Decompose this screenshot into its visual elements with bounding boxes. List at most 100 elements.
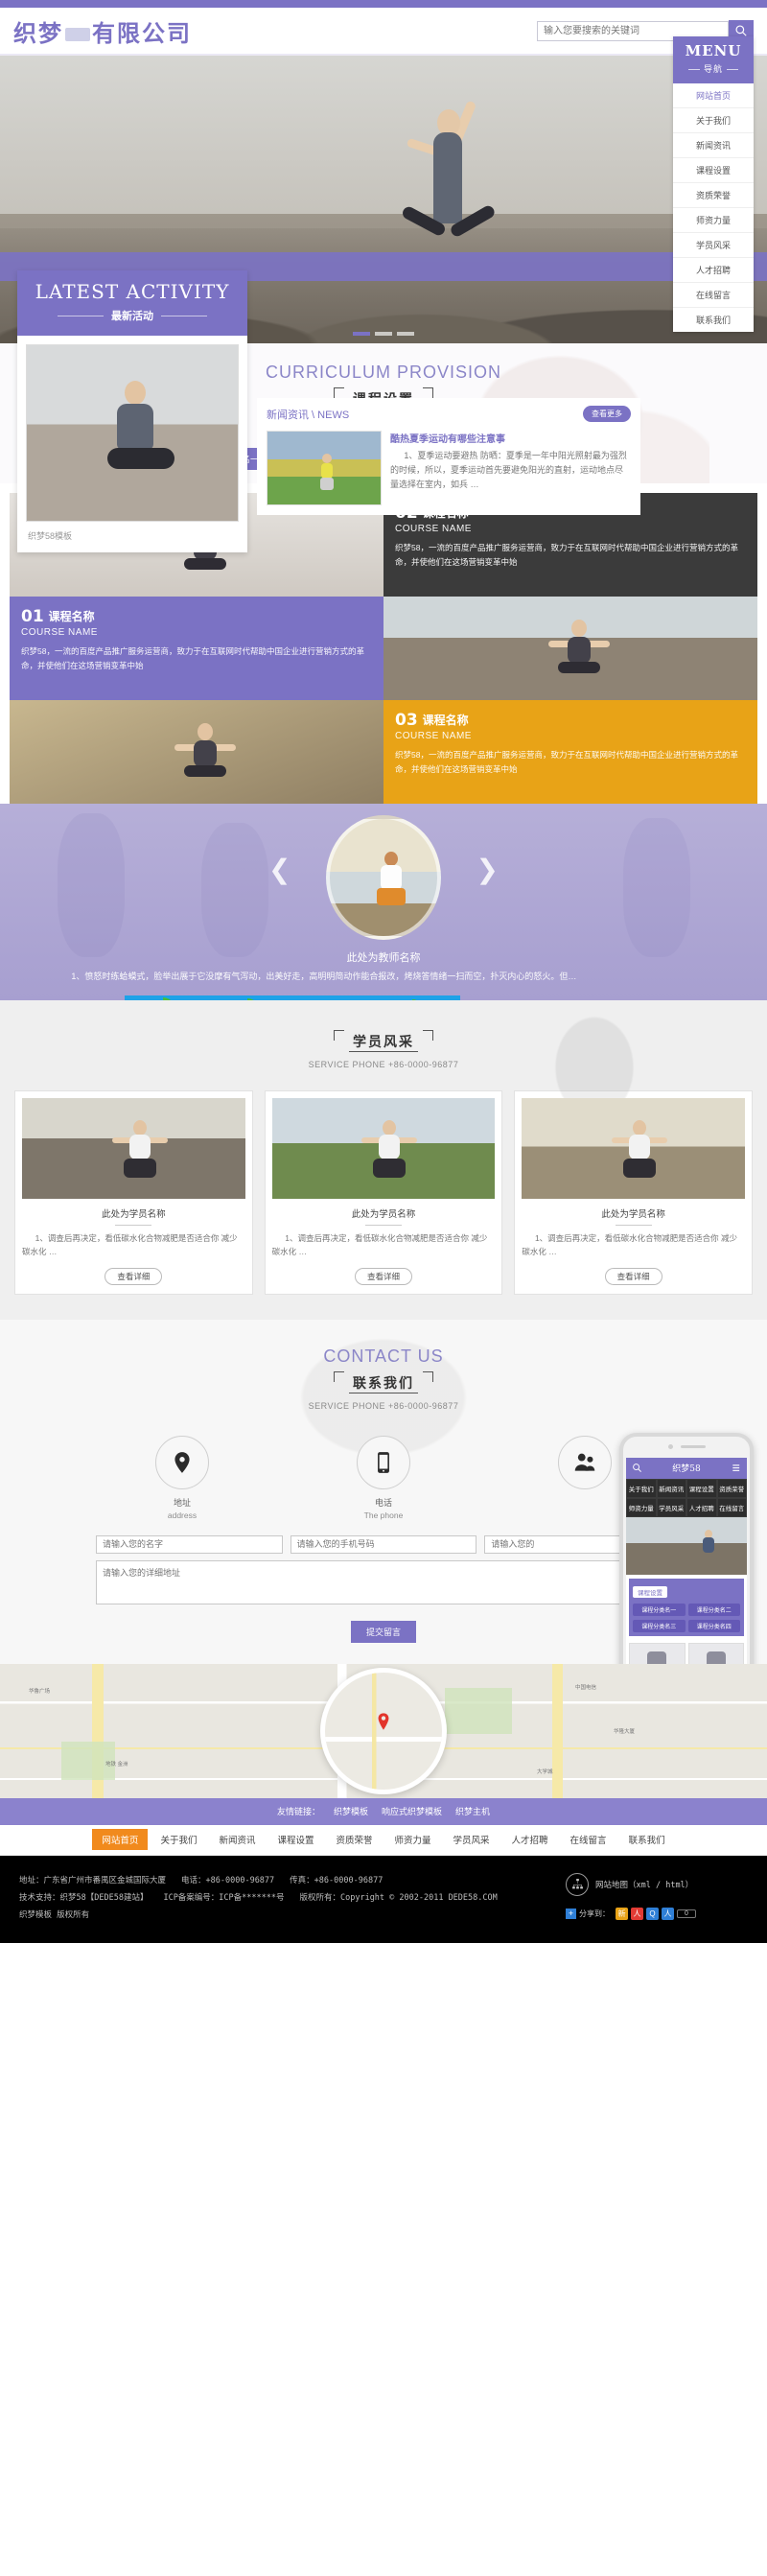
phone-nav-item-0[interactable]: 关于我们 bbox=[626, 1478, 657, 1498]
map-band[interactable]: 华鲁广场 中国电信 华隆大厦 大学城 地铁 金洲 bbox=[0, 1663, 767, 1798]
map-label-3: 大学城 bbox=[537, 1768, 553, 1775]
phone-nav-item-3[interactable]: 资质荣誉 bbox=[716, 1478, 747, 1498]
nav-menu-item-6[interactable]: 学员风采 bbox=[673, 233, 754, 258]
nav-menu-list: 网站首页 关于我们 新闻资讯 课程设置 资质荣誉 师资力量 学员风采 人才招聘 在线留言 联系我们 bbox=[673, 83, 754, 332]
news-item-title[interactable]: 酷热夏季运动有哪些注意事 bbox=[390, 431, 631, 445]
phone-nav-item-5[interactable]: 学员风采 bbox=[656, 1497, 686, 1517]
map-label-1: 中国电信 bbox=[575, 1684, 597, 1691]
sitemap-icon-circle bbox=[566, 1872, 589, 1896]
course-image-2[interactable] bbox=[10, 700, 384, 804]
search-icon[interactable] bbox=[632, 1463, 642, 1473]
logo-redacted-block bbox=[65, 28, 90, 41]
student-photo-3[interactable] bbox=[522, 1098, 746, 1199]
friendly-link-3[interactable]: 织梦主机 bbox=[455, 1805, 490, 1817]
friendly-links-items: 织梦模板 响应式织梦模板 织梦主机 bbox=[334, 1805, 490, 1817]
footer-sitemap[interactable]: 网站地图（xml / html） bbox=[566, 1872, 748, 1896]
footer-nav-item-3[interactable]: 课程设置 bbox=[267, 1829, 323, 1850]
hero-slider-dots[interactable] bbox=[353, 332, 414, 336]
share-qzone-icon[interactable]: Q bbox=[646, 1907, 659, 1920]
latest-activity-photo[interactable] bbox=[26, 344, 239, 522]
nav-menu-item-1[interactable]: 关于我们 bbox=[673, 108, 754, 133]
phone-nav-item-4[interactable]: 师资力量 bbox=[626, 1497, 657, 1517]
phone-speaker bbox=[680, 1445, 706, 1449]
carousel-next-arrow[interactable]: ❯ bbox=[476, 856, 499, 883]
footer-nav-item-4[interactable]: 资质荣誉 bbox=[326, 1829, 382, 1850]
students-title-cn: 学员风采 bbox=[349, 1034, 418, 1052]
student-name-1: 此处为学员名称 bbox=[22, 1206, 245, 1226]
student-card-2[interactable]: 此处为学员名称 1、调查后再决定，看低碳水化合物减肥是否适合你 减少碳水化 … 查看… bbox=[264, 1090, 503, 1295]
address-icon-circle bbox=[155, 1435, 209, 1489]
map-focus-circle[interactable] bbox=[320, 1667, 447, 1794]
phone-product-row: 课程名称 课程名称 bbox=[626, 1640, 747, 1664]
site-logo[interactable]: 织梦 有限公司 bbox=[13, 14, 192, 48]
share-renren-icon[interactable]: 人 bbox=[631, 1907, 643, 1920]
phone-chip-1[interactable]: 课程分类名一 bbox=[633, 1603, 686, 1616]
footer-nav-item-6[interactable]: 学员风采 bbox=[444, 1829, 500, 1850]
phone-hero-image bbox=[626, 1516, 747, 1575]
student-detail-button-3[interactable]: 查看详细 bbox=[604, 1267, 662, 1285]
news-thumbnail[interactable] bbox=[267, 431, 382, 505]
news-header: 新闻资讯 \ NEWS 查看更多 bbox=[267, 406, 631, 427]
nav-menu-item-0[interactable]: 网站首页 bbox=[673, 83, 754, 108]
phone-nav-item-2[interactable]: 课程设置 bbox=[686, 1478, 717, 1498]
submit-message-button[interactable]: 提交留言 bbox=[350, 1620, 416, 1643]
hero-dot-2[interactable] bbox=[375, 332, 392, 336]
phone-nav-item-7[interactable]: 在线留言 bbox=[716, 1497, 747, 1517]
phone-chip-4[interactable]: 课程分类名四 bbox=[687, 1619, 740, 1632]
phone-nav-item-1[interactable]: 新闻资讯 bbox=[656, 1478, 686, 1498]
teacher-avatar[interactable] bbox=[326, 815, 441, 940]
footer-nav-item-0[interactable]: 网站首页 bbox=[92, 1829, 149, 1851]
news-more-button[interactable]: 查看更多 bbox=[583, 406, 631, 422]
student-card-1[interactable]: 此处为学员名称 1、调查后再决定，看低碳水化合物减肥是否适合你 减少碳水化 … 查看… bbox=[14, 1090, 253, 1295]
friendly-link-1[interactable]: 织梦模板 bbox=[334, 1805, 368, 1817]
hamburger-menu-icon[interactable] bbox=[731, 1463, 741, 1473]
footer-nav-item-9[interactable]: 联系我们 bbox=[619, 1829, 675, 1850]
footer-nav-item-7[interactable]: 人才招聘 bbox=[502, 1829, 558, 1850]
footer-nav-item-1[interactable]: 关于我们 bbox=[151, 1829, 206, 1850]
latest-title-en: LATEST ACTIVITY bbox=[35, 280, 230, 303]
student-desc-1: 1、调查后再决定，看低碳水化合物减肥是否适合你 减少碳水化 … bbox=[22, 1233, 238, 1257]
friendly-links-bar: 友情链接： 织梦模板 响应式织梦模板 织梦主机 bbox=[0, 1797, 767, 1825]
footer-nav-item-5[interactable]: 师资力量 bbox=[385, 1829, 441, 1850]
phone-nav-item-6[interactable]: 人才招聘 bbox=[686, 1497, 717, 1517]
course-card-01[interactable]: 01 课程名称 COURSE NAME 织梦58，一流的百度产品推广服务运营商，致… bbox=[10, 597, 384, 700]
carousel-prev-arrow[interactable]: ❮ bbox=[268, 856, 291, 883]
course-02-desc: 织梦58，一流的百度产品推广服务运营商，致力于在互联网时代帮助中国企业进行营销方… bbox=[395, 543, 738, 567]
student-photo-1[interactable] bbox=[22, 1098, 245, 1199]
course-03-name: 课程名称 bbox=[422, 714, 469, 727]
student-detail-button-2[interactable]: 查看详细 bbox=[355, 1267, 412, 1285]
footer-nav-item-2[interactable]: 新闻资讯 bbox=[209, 1829, 265, 1850]
phone-brand: 织梦58 bbox=[672, 1464, 701, 1475]
nav-menu-item-2[interactable]: 新闻资讯 bbox=[673, 133, 754, 158]
mobile-input[interactable] bbox=[290, 1534, 477, 1554]
hero-dot-1[interactable] bbox=[353, 332, 370, 336]
news-block: 新闻资讯 \ NEWS 查看更多 酷热夏季运动有哪些注意事 1、夏季运动要避热 … bbox=[257, 398, 640, 515]
phone-product-2[interactable]: 课程名称 bbox=[687, 1642, 744, 1664]
course-card-03[interactable]: 03 课程名称 COURSE NAME 织梦58，一流的百度产品推广服务运营商，致… bbox=[384, 700, 757, 804]
phone-chip-3[interactable]: 课程分类名三 bbox=[633, 1619, 686, 1632]
phone-product-1[interactable]: 课程名称 bbox=[629, 1642, 686, 1664]
nav-menu-item-7[interactable]: 人才招聘 bbox=[673, 258, 754, 283]
student-card-3[interactable]: 此处为学员名称 1、调查后再决定，看低碳水化合物减肥是否适合你 减少碳水化 … 查看… bbox=[514, 1090, 754, 1295]
nav-menu-item-9[interactable]: 联系我们 bbox=[673, 308, 754, 332]
address-label: 地址 bbox=[173, 1497, 191, 1508]
share-kaixin-icon[interactable]: 人 bbox=[662, 1907, 674, 1920]
friendly-link-2[interactable]: 响应式织梦模板 bbox=[382, 1805, 442, 1817]
student-detail-button-1[interactable]: 查看详细 bbox=[105, 1267, 163, 1285]
course-01-name-en: COURSE NAME bbox=[21, 627, 98, 638]
student-photo-2[interactable] bbox=[271, 1098, 496, 1199]
contact-title-cn-wrap: 联系我们 bbox=[334, 1370, 433, 1394]
student-desc-3: 1、调查后再决定，看低碳水化合物减肥是否适合你 减少碳水化 … bbox=[522, 1233, 738, 1257]
hero-dot-3[interactable] bbox=[397, 332, 414, 336]
address-textarea[interactable] bbox=[96, 1559, 671, 1604]
nav-menu-item-4[interactable]: 资质荣誉 bbox=[673, 183, 754, 208]
nav-menu-item-5[interactable]: 师资力量 bbox=[673, 208, 754, 233]
footer-nav-item-8[interactable]: 在线留言 bbox=[561, 1829, 616, 1850]
nav-menu-item-8[interactable]: 在线留言 bbox=[673, 283, 754, 308]
nav-menu-item-3[interactable]: 课程设置 bbox=[673, 158, 754, 183]
phone-chip-2[interactable]: 课程分类名二 bbox=[687, 1603, 740, 1616]
name-input[interactable] bbox=[96, 1534, 283, 1554]
share-plus-icon[interactable]: + bbox=[566, 1908, 576, 1919]
share-sina-icon[interactable]: 新 bbox=[616, 1907, 628, 1920]
course-image-3[interactable] bbox=[384, 597, 757, 700]
